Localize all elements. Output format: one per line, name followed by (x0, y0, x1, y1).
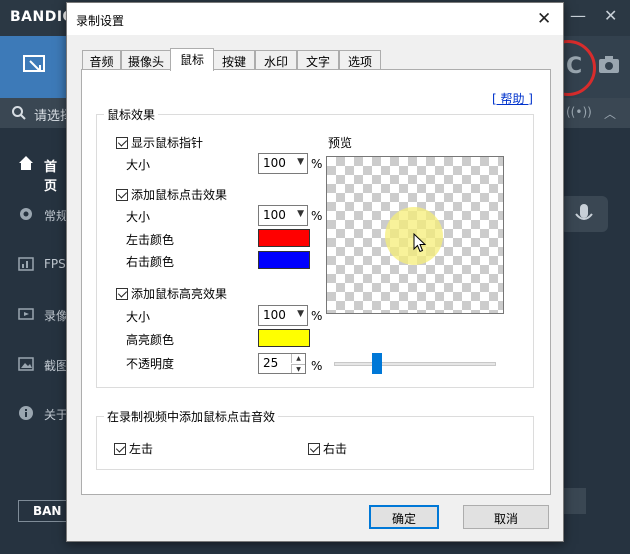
sidebar-item-label: 录像 (44, 309, 69, 323)
sidebar-item-label: 首页 (44, 160, 58, 194)
right-click-sound-checkbox[interactable]: 右击 (308, 440, 347, 457)
highlight-checkbox[interactable]: 添加鼠标高亮效果 (116, 285, 227, 302)
sidebar-item-home[interactable]: 首页 (0, 140, 68, 194)
percent-unit: % (311, 309, 323, 323)
percent-unit: % (311, 209, 323, 223)
click-size-value: 100 (263, 208, 286, 222)
click-effect-label: 添加鼠标点击效果 (131, 188, 228, 202)
chevron-down-icon: ▼ (297, 209, 304, 219)
sidebar-item-label: FPS (44, 257, 66, 271)
sidebar-item-label: 关于 (44, 408, 69, 422)
sidebar-item-label: 截图 (44, 359, 69, 373)
microphone-icon (575, 204, 593, 220)
ok-button[interactable]: 确定 (369, 505, 439, 529)
help-link[interactable]: [ 帮助 ] (492, 90, 533, 107)
tab-text[interactable]: 文字 (297, 50, 339, 70)
cursor-size-label: 大小 (126, 158, 151, 172)
cursor-size-value: 100 (263, 156, 286, 170)
sidebar-item-fps[interactable]: FPS (0, 240, 68, 286)
chevron-up-icon[interactable]: ︿ (604, 105, 616, 122)
mouse-effects-title: 鼠标效果 (104, 106, 159, 123)
dialog-title: 录制设置 (76, 14, 125, 28)
tab-webcam[interactable]: 摄像头 (121, 50, 171, 70)
preview-zoom-slider-track[interactable] (334, 362, 496, 366)
click-size-select[interactable]: 100 ▼ (258, 205, 308, 226)
percent-unit: % (311, 359, 323, 373)
left-click-color-swatch[interactable] (258, 229, 310, 247)
dialog-close-icon[interactable]: ✕ (537, 9, 551, 29)
checkbox-checked-icon (116, 188, 128, 201)
sidebar-item-label: 常规 (44, 209, 69, 223)
spin-up-icon[interactable]: ▲ (291, 354, 305, 363)
checkbox-checked-icon (116, 136, 128, 149)
search-icon (12, 106, 26, 120)
left-click-sound-checkbox[interactable]: 左击 (114, 440, 153, 457)
screen-region-icon (23, 55, 45, 72)
percent-unit: % (311, 157, 323, 171)
tab-keys[interactable]: 按键 (213, 50, 255, 70)
opacity-spinbox[interactable]: 25 ▲ ▼ (258, 353, 306, 374)
opacity-value: 25 (263, 356, 279, 370)
sidebar-item-about[interactable]: 关于 (0, 390, 68, 436)
screen-target-button[interactable] (0, 36, 68, 98)
video-icon (18, 308, 34, 320)
tab-options[interactable]: 选项 (339, 50, 381, 70)
click-sound-title: 在录制视频中添加鼠标点击音效 (104, 408, 279, 425)
cursor-size-select[interactable]: 100 ▼ (258, 153, 308, 174)
signal-icon: ((•)) (566, 105, 592, 119)
spin-down-icon[interactable]: ▼ (291, 364, 305, 373)
home-icon (19, 156, 33, 170)
microphone-button[interactable] (560, 196, 608, 232)
left-click-sound-label: 左击 (129, 442, 154, 456)
chevron-down-icon: ▼ (297, 157, 304, 167)
highlight-color-swatch[interactable] (258, 329, 310, 347)
cancel-button[interactable]: 取消 (463, 505, 549, 529)
checkbox-checked-icon (116, 287, 128, 300)
record-label: C (566, 54, 583, 79)
show-cursor-label: 显示鼠标指针 (131, 136, 204, 150)
right-click-sound-label: 右击 (323, 442, 348, 456)
show-cursor-checkbox[interactable]: 显示鼠标指针 (116, 134, 203, 151)
close-icon[interactable]: ✕ (604, 6, 617, 25)
minimize-icon[interactable]: — (570, 6, 586, 25)
dialog-titlebar: 录制设置 ✕ (67, 3, 563, 35)
opacity-label: 不透明度 (126, 357, 175, 371)
highlight-size-select[interactable]: 100 ▼ (258, 305, 308, 326)
left-click-color-label: 左击颜色 (126, 233, 175, 247)
image-icon (18, 357, 34, 371)
info-icon (19, 406, 33, 420)
cursor-preview (326, 156, 504, 314)
mouse-tab-panel: [ 帮助 ] 鼠标效果 显示鼠标指针 大小 100 ▼ % 添加鼠标点击效果 大… (81, 69, 551, 495)
chevron-down-icon: ▼ (297, 309, 304, 319)
right-click-color-swatch[interactable] (258, 251, 310, 269)
sidebar-item-video[interactable]: 录像 (0, 290, 68, 336)
gear-icon (20, 208, 32, 220)
highlight-size-value: 100 (263, 308, 286, 322)
sidebar-item-general[interactable]: 常规 (0, 190, 68, 236)
click-effect-checkbox[interactable]: 添加鼠标点击效果 (116, 186, 227, 203)
right-click-color-label: 右击颜色 (126, 255, 175, 269)
camera-icon[interactable] (598, 55, 620, 75)
checkbox-checked-icon (308, 442, 320, 455)
click-size-label: 大小 (126, 210, 151, 224)
highlight-label: 添加鼠标高亮效果 (131, 287, 228, 301)
mouse-pointer-icon (413, 233, 427, 253)
preview-label: 预览 (328, 136, 353, 150)
tab-watermark[interactable]: 水印 (255, 50, 297, 70)
recording-settings-dialog: 录制设置 ✕ 音频 摄像头 鼠标 按键 水印 文字 选项 [ 帮助 ] 鼠标效果… (66, 2, 564, 542)
fps-icon (18, 257, 34, 271)
app-logo: BANDIC (10, 9, 74, 25)
tab-audio[interactable]: 音频 (82, 50, 121, 70)
preview-zoom-slider-thumb[interactable] (372, 353, 382, 374)
highlight-size-label: 大小 (126, 310, 151, 324)
tab-mouse[interactable]: 鼠标 (170, 48, 214, 71)
highlight-color-label: 高亮颜色 (126, 333, 175, 347)
sidebar-item-screenshot[interactable]: 截图 (0, 340, 68, 386)
checkbox-checked-icon (114, 442, 126, 455)
